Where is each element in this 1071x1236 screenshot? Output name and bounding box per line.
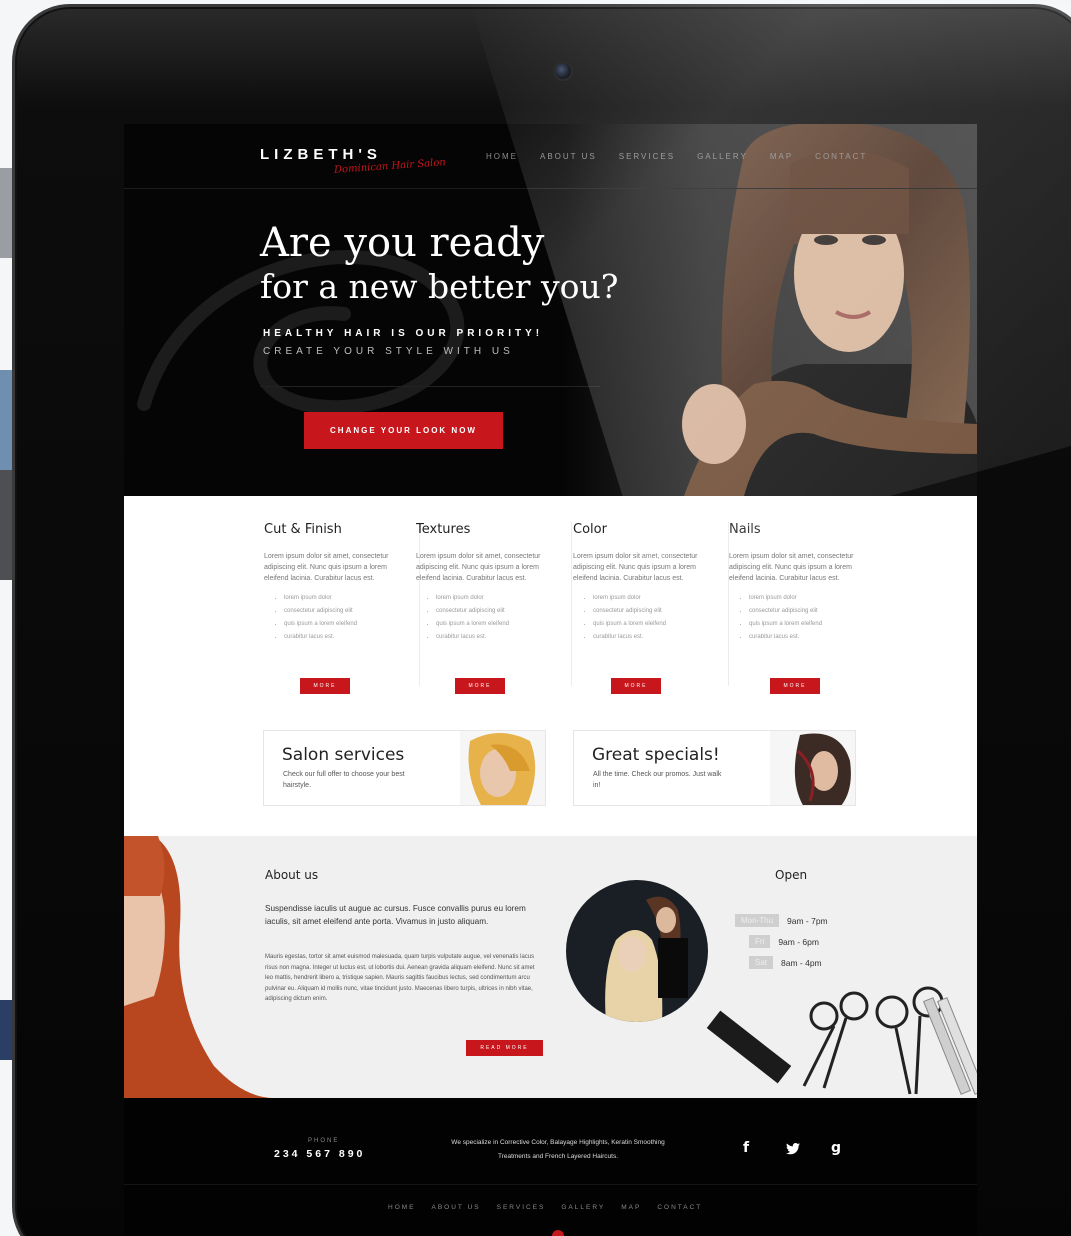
google-plus-icon[interactable]: g xyxy=(831,1140,841,1156)
service-card-textures: Textures Lorem ipsum dolor sit amet, con… xyxy=(416,522,572,686)
brand-logo[interactable]: LIZBETH'S Dominican Hair Salon xyxy=(260,146,446,176)
about-redhead-photo xyxy=(124,836,274,1098)
list-item: lorem ipsum dolor xyxy=(749,592,885,605)
about-section: About us Suspendisse iaculis ut augue ac… xyxy=(124,836,977,1098)
services-section: Cut & Finish Lorem ipsum dolor sit amet,… xyxy=(124,496,977,836)
list-item: curabitur lacus est. xyxy=(749,631,885,644)
service-description: Lorem ipsum dolor sit amet, consectetur … xyxy=(416,553,541,582)
facebook-icon[interactable]: f xyxy=(743,1140,749,1156)
more-button-cut-finish[interactable]: MORE xyxy=(300,678,350,694)
service-bullets: lorem ipsum dolor consectetur adipiscing… xyxy=(416,592,571,644)
promo-text: Check our full offer to choose your best… xyxy=(283,771,405,789)
promo-great-specials[interactable]: Great specials! All the time. Check our … xyxy=(573,730,856,806)
hero-subtitle-priority: HEALTHY HAIR IS OUR PRIORITY! xyxy=(263,328,544,339)
camera-icon xyxy=(553,61,573,81)
about-lead: Suspendisse iaculis ut augue ac cursus. … xyxy=(265,904,526,926)
open-hours-title: Open xyxy=(775,868,808,882)
hero-woman-photo xyxy=(564,124,977,496)
website-screen: LIZBETH'S Dominican Hair Salon HOME ABOU… xyxy=(124,124,977,1236)
footer-nav-gallery[interactable]: GALLERY xyxy=(561,1204,605,1211)
list-item: consectetur adipiscing elit xyxy=(593,605,728,618)
list-item: curabitur lacus est. xyxy=(436,631,571,644)
footer-nav-home[interactable]: HOME xyxy=(388,1204,416,1211)
nav-item-home[interactable]: HOME xyxy=(486,152,518,161)
list-item: lorem ipsum dolor xyxy=(436,592,571,605)
read-more-button[interactable]: READ MORE xyxy=(466,1040,543,1056)
hours-row: Mon-Thu 9am - 7pm xyxy=(735,914,828,927)
list-item: curabitur lacus est. xyxy=(284,631,419,644)
phone-number[interactable]: 234 567 890 xyxy=(274,1148,365,1160)
promo-title: Great specials! xyxy=(592,745,720,765)
service-description: Lorem ipsum dolor sit amet, consectetur … xyxy=(573,553,698,582)
twitter-icon[interactable] xyxy=(786,1143,800,1155)
hero-title-line2: for a new better you? xyxy=(260,267,619,306)
service-description: Lorem ipsum dolor sit amet, consectetur … xyxy=(729,553,854,582)
nav-item-contact[interactable]: CONTACT xyxy=(815,152,867,161)
hero-divider xyxy=(260,386,600,387)
footer-nav-services[interactable]: SERVICES xyxy=(497,1204,546,1211)
footer-divider xyxy=(124,1184,977,1185)
footer: PHONE 234 567 890 We specialize in Corre… xyxy=(124,1098,977,1236)
salon-tools-image xyxy=(706,986,977,1095)
footer-nav-about-us[interactable]: ABOUT US xyxy=(432,1204,481,1211)
list-item: consectetur adipiscing elit xyxy=(436,605,571,618)
hours-time: 9am - 7pm xyxy=(787,915,828,926)
about-title: About us xyxy=(265,868,319,882)
list-item: quis ipsum a lorem eleifend xyxy=(436,618,571,631)
footer-nav: HOME ABOUT US SERVICES GALLERY MAP CONTA… xyxy=(388,1204,702,1211)
hero-section: LIZBETH'S Dominican Hair Salon HOME ABOU… xyxy=(124,124,977,496)
about-body: Mauris egestas, tortor sit amet euismod … xyxy=(265,954,535,1002)
change-look-button[interactable]: CHANGE YOUR LOOK NOW xyxy=(304,412,503,449)
service-title: Cut & Finish xyxy=(264,522,342,537)
service-bullets: lorem ipsum dolor consectetur adipiscing… xyxy=(573,592,728,644)
service-title: Color xyxy=(573,522,607,537)
hours-day: Mon-Thu xyxy=(735,914,780,927)
list-item: lorem ipsum dolor xyxy=(593,592,728,605)
nav-item-gallery[interactable]: GALLERY xyxy=(697,152,748,161)
scroll-top-dot[interactable] xyxy=(552,1230,564,1236)
service-card-nails: Nails Lorem ipsum dolor sit amet, consec… xyxy=(729,522,885,686)
main-nav: HOME ABOUT US SERVICES GALLERY MAP CONTA… xyxy=(486,152,867,161)
service-title: Textures xyxy=(416,522,471,537)
list-item: consectetur adipiscing elit xyxy=(749,605,885,618)
promo-title: Salon services xyxy=(282,745,405,765)
more-button-textures[interactable]: MORE xyxy=(455,678,505,694)
promo-salon-services[interactable]: Salon services Check our full offer to c… xyxy=(263,730,546,806)
more-button-nails[interactable]: MORE xyxy=(770,678,820,694)
service-bullets: lorem ipsum dolor consectetur adipiscing… xyxy=(264,592,419,644)
list-item: lorem ipsum dolor xyxy=(284,592,419,605)
hero-subtitle-style: CREATE YOUR STYLE WITH US xyxy=(263,346,514,357)
promo-blonde-photo xyxy=(460,731,545,805)
nav-divider xyxy=(124,188,977,189)
service-description: Lorem ipsum dolor sit amet, consectetur … xyxy=(264,553,389,582)
footer-nav-contact[interactable]: CONTACT xyxy=(657,1204,702,1211)
nav-item-about-us[interactable]: ABOUT US xyxy=(540,152,597,161)
hours-time: 9am - 6pm xyxy=(778,936,819,947)
phone-label: PHONE xyxy=(308,1138,340,1144)
more-button-color[interactable]: MORE xyxy=(611,678,661,694)
nav-item-map[interactable]: MAP xyxy=(770,152,793,161)
hero-title-line1: Are you ready xyxy=(260,220,545,266)
nav-item-services[interactable]: SERVICES xyxy=(619,152,675,161)
list-item: consectetur adipiscing elit xyxy=(284,605,419,618)
hours-time: 8am - 4pm xyxy=(781,957,822,968)
footer-nav-map[interactable]: MAP xyxy=(621,1204,641,1211)
service-card-cut-finish: Cut & Finish Lorem ipsum dolor sit amet,… xyxy=(264,522,420,686)
list-item: curabitur lacus est. xyxy=(593,631,728,644)
footer-specialties: We specialize in Corrective Color, Balay… xyxy=(451,1139,665,1160)
list-item: quis ipsum a lorem eleifend xyxy=(284,618,419,631)
hours-day: Sat xyxy=(749,956,774,969)
service-title: Nails xyxy=(729,522,761,537)
hours-row: Fri 9am - 6pm xyxy=(749,935,819,948)
hours-row: Sat 8am - 4pm xyxy=(749,956,822,969)
service-card-color: Color Lorem ipsum dolor sit amet, consec… xyxy=(573,522,729,686)
list-item: quis ipsum a lorem eleifend xyxy=(749,618,885,631)
hours-day: Fri xyxy=(749,935,771,948)
list-item: quis ipsum a lorem eleifend xyxy=(593,618,728,631)
promo-text: All the time. Check our promos. Just wal… xyxy=(593,771,722,789)
promo-brunette-photo xyxy=(770,731,855,805)
service-bullets: lorem ipsum dolor consectetur adipiscing… xyxy=(729,592,885,644)
